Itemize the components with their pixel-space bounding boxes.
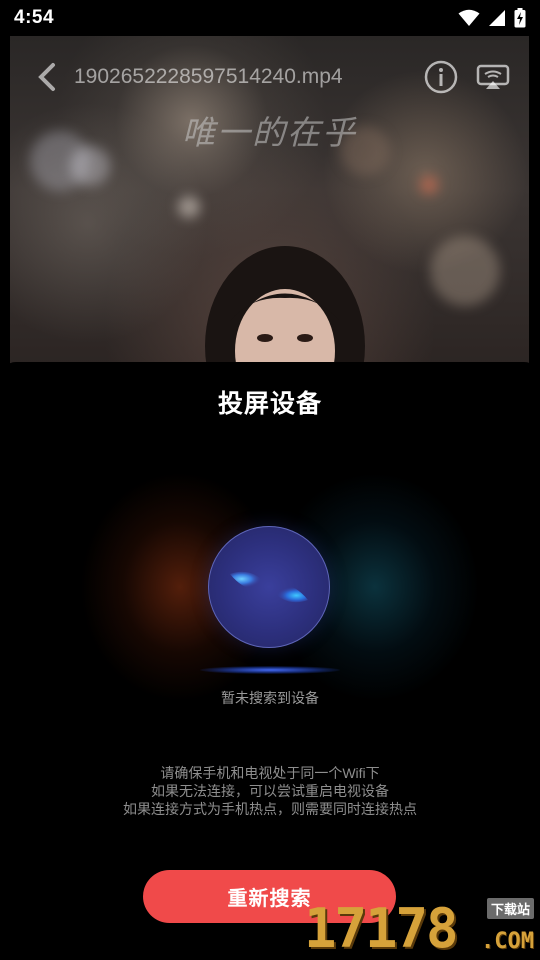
battery-charging-icon: [514, 8, 526, 28]
info-icon: [424, 60, 458, 94]
wifi-icon: [458, 9, 480, 26]
hint-line: 如果连接方式为手机热点，则需要同时连接热点: [123, 801, 417, 817]
info-button[interactable]: [419, 55, 463, 99]
searching-orb-icon: [208, 526, 330, 648]
video-frame-portrait: [205, 246, 365, 376]
video-filename: 1902652228597514240.mp4: [74, 65, 343, 88]
cast-device-sheet: 投屏设备 暂未搜索到设备 请确保手机和电视处于同一个Wifi下 如果无法连接，可…: [0, 362, 540, 960]
hint-line: 如果无法连接，可以尝试重启电视设备: [151, 783, 389, 799]
video-caption: 唯一的在乎: [182, 113, 357, 152]
site-watermark: 下载站 17178 .COM: [304, 896, 534, 958]
sheet-title: 投屏设备: [217, 390, 322, 418]
watermark-badge: 下载站: [486, 898, 534, 919]
orb-shadow: [200, 666, 340, 674]
connection-hints: 请确保手机和电视处于同一个Wifi下 如果无法连接，可以尝试重启电视设备 如果连…: [0, 764, 540, 818]
chevron-left-icon: [38, 63, 55, 91]
status-time: 4:54: [14, 7, 55, 28]
back-button[interactable]: [30, 57, 64, 97]
search-status-text: 暂未搜索到设备: [221, 690, 319, 706]
cellular-signal-icon: [489, 10, 505, 26]
hint-line: 请确保手机和电视处于同一个Wifi下: [160, 765, 380, 781]
video-player[interactable]: 1902652228597514240.mp4 唯一的在乎: [10, 36, 529, 376]
status-bar: 4:54: [0, 0, 540, 36]
cast-icon: [476, 64, 510, 89]
watermark-domain: .COM: [481, 929, 534, 954]
status-icons: [458, 8, 526, 28]
cast-button[interactable]: [471, 55, 515, 99]
watermark-digits: 17178: [304, 897, 459, 960]
